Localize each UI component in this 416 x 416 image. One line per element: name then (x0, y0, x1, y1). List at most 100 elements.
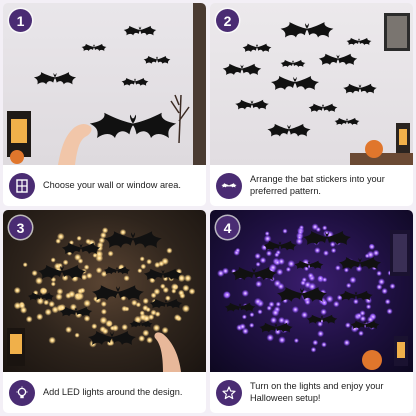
led-light (77, 258, 84, 264)
led-light (291, 306, 299, 314)
led-light (142, 314, 151, 323)
led-light (317, 275, 324, 282)
led-light (140, 263, 147, 270)
led-light (124, 306, 130, 312)
led-light (83, 299, 91, 308)
led-light (102, 327, 109, 335)
step-caption: Choose your wall or window area. (3, 165, 206, 206)
led-light (137, 268, 143, 274)
led-light (123, 275, 130, 282)
led-light (222, 267, 229, 275)
led-light (377, 278, 386, 286)
led-light (65, 326, 72, 334)
bat-sticker (224, 302, 256, 312)
led-light (368, 243, 376, 250)
bat-sticker (103, 266, 131, 275)
led-light (107, 250, 114, 257)
led-light (376, 270, 382, 277)
led-light (266, 333, 274, 342)
bat-sticker (104, 231, 162, 248)
led-light (264, 231, 270, 237)
bat-pattern-illustration (222, 13, 413, 165)
lightbulb-icon (9, 379, 35, 406)
bat-sticker (271, 76, 319, 90)
led-light (181, 304, 190, 313)
led-light (389, 283, 396, 290)
bat-sticker (89, 112, 177, 138)
led-light (13, 286, 21, 294)
led-light (335, 265, 341, 271)
bat-sticker (267, 123, 311, 137)
led-light (295, 237, 304, 246)
bat-sticker (280, 59, 306, 68)
bat-icon (216, 172, 242, 199)
led-light (249, 312, 255, 318)
bat-sticker (235, 99, 269, 110)
led-light (22, 262, 28, 268)
bat-sticker (222, 63, 262, 75)
led-light (333, 300, 340, 308)
led-light (142, 304, 149, 312)
led-light (95, 254, 104, 262)
led-light (270, 316, 278, 324)
led-light (74, 332, 80, 338)
steps-grid: 1 Choose your wall or window area. 2 Arr… (3, 3, 413, 413)
led-light (274, 259, 281, 266)
led-light (307, 272, 314, 279)
step-panel-1: 1 Choose your wall or window area. (3, 3, 206, 206)
led-light (111, 324, 119, 332)
led-light (271, 308, 280, 317)
led-light (353, 298, 359, 305)
led-light (365, 303, 372, 310)
led-light (55, 238, 61, 244)
led-light (223, 291, 231, 299)
led-light (188, 288, 196, 295)
led-light (173, 314, 181, 321)
step-text: Add LED lights around the design. (43, 386, 183, 397)
led-light (85, 238, 92, 245)
bat-sticker (346, 37, 372, 46)
led-light (254, 297, 262, 306)
bat-sticker (33, 72, 77, 85)
step-number-badge: 3 (9, 216, 32, 239)
led-light (48, 300, 55, 308)
led-light (161, 326, 169, 334)
led-light (254, 252, 261, 260)
led-light (138, 335, 146, 342)
led-light (259, 256, 267, 264)
led-light (276, 268, 284, 276)
led-light (278, 316, 286, 324)
bat-sticker (121, 77, 149, 86)
bat-sticker (308, 103, 338, 112)
led-light (184, 274, 192, 282)
led-light (274, 252, 280, 258)
led-light (310, 346, 317, 353)
bat-sticker (343, 83, 377, 94)
led-light (76, 235, 82, 241)
led-light (323, 250, 329, 257)
led-light (62, 259, 69, 266)
led-light (170, 283, 179, 291)
led-light (39, 287, 48, 295)
led-light (343, 339, 351, 347)
led-light (91, 323, 98, 330)
led-light (266, 305, 272, 311)
led-light (98, 237, 106, 244)
led-light (178, 289, 185, 297)
led-light (314, 247, 321, 254)
led-light (249, 322, 255, 328)
led-light (349, 276, 357, 284)
led-light (31, 270, 38, 277)
bat-sticker (280, 22, 334, 38)
led-light (386, 308, 393, 315)
step-text: Choose your wall or window area. (43, 179, 181, 190)
step-caption: Arrange the bat stickers into your prefe… (210, 165, 413, 206)
led-light (56, 288, 64, 295)
led-light (100, 308, 107, 315)
led-light (257, 309, 263, 315)
lights-scene: 3 (3, 210, 206, 372)
step-number-badge: 4 (216, 216, 239, 239)
led-light (275, 301, 282, 307)
led-light (320, 308, 327, 316)
led-light (282, 228, 288, 234)
